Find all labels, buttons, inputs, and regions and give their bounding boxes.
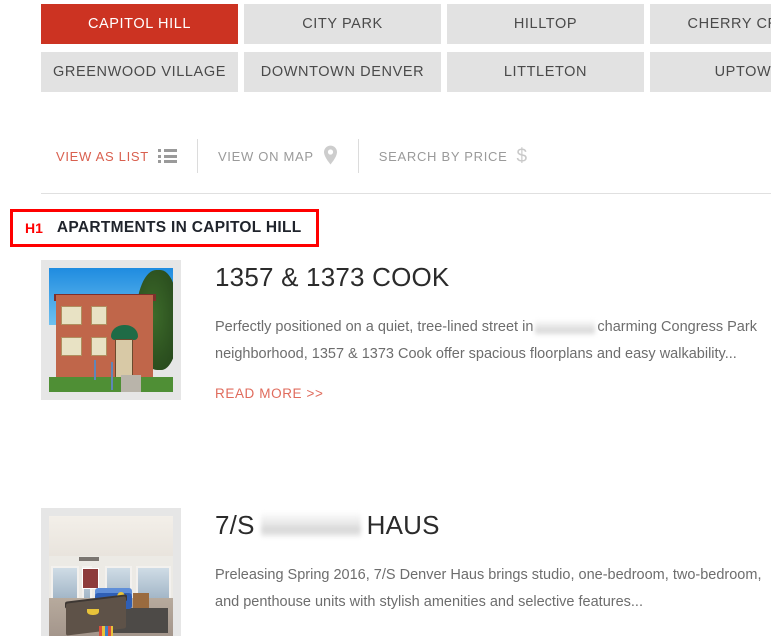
neighborhood-tab-capitol-hill[interactable]: CAPITOL HILL bbox=[41, 4, 238, 44]
view-on-map-button[interactable]: VIEW ON MAP bbox=[198, 138, 358, 174]
page-title: APARTMENTS IN CAPITOL HILL bbox=[56, 219, 302, 236]
view-on-map-label: VIEW ON MAP bbox=[217, 148, 314, 164]
listing-item: 7/S HAUS Preleasing Spring 2016, 7/S Denv… bbox=[41, 508, 771, 636]
h1-tag-label: H1 bbox=[25, 220, 43, 236]
listing-title[interactable]: 1357 & 1373 COOK bbox=[215, 262, 771, 292]
search-by-price-label: SEARCH BY PRICE bbox=[378, 148, 508, 164]
neighborhood-tab-uptown[interactable]: UPTOWN bbox=[650, 52, 771, 92]
listing-title-suffix: HAUS bbox=[366, 510, 440, 540]
neighborhood-tab-cherry-creek[interactable]: CHERRY CREEK bbox=[650, 4, 771, 44]
view-as-list-button[interactable]: VIEW AS LIST bbox=[41, 138, 197, 174]
listing-title[interactable]: 7/S HAUS bbox=[215, 510, 771, 540]
read-more-link[interactable]: READ MORE >> bbox=[215, 386, 323, 401]
listing-thumbnail-frame[interactable] bbox=[41, 260, 181, 400]
dollar-icon: $ bbox=[516, 145, 528, 167]
map-pin-icon bbox=[323, 145, 338, 168]
listing-thumbnail-frame[interactable] bbox=[41, 508, 181, 636]
neighborhood-tabs: CAPITOL HILL CITY PARK HILLTOP CHERRY CR… bbox=[41, 4, 771, 100]
view-mode-bar: VIEW AS LIST VIEW ON MAP SEARCH BY PRICE… bbox=[41, 138, 548, 174]
search-by-price-button[interactable]: SEARCH BY PRICE $ bbox=[359, 138, 548, 174]
listing-title-text: 1357 & 1373 COOK bbox=[215, 262, 450, 292]
list-icon bbox=[157, 149, 177, 163]
neighborhood-tab-city-park[interactable]: CITY PARK bbox=[244, 4, 441, 44]
page-root: CAPITOL HILL CITY PARK HILLTOP CHERRY CR… bbox=[0, 0, 771, 636]
neighborhood-tab-downtown-denver[interactable]: DOWNTOWN DENVER bbox=[244, 52, 441, 92]
section-divider bbox=[41, 193, 771, 194]
listing-title-prefix: 7/S bbox=[215, 510, 255, 540]
redacted-title-block bbox=[260, 513, 361, 537]
listing-description: Preleasing Spring 2016, 7/S Denver Haus … bbox=[215, 562, 771, 616]
neighborhood-tab-row-1: CAPITOL HILL CITY PARK HILLTOP CHERRY CR… bbox=[41, 4, 771, 44]
listing-item: 1357 & 1373 COOK Perfectly positioned on… bbox=[41, 260, 771, 403]
neighborhood-tab-littleton[interactable]: LITTLETON bbox=[447, 52, 644, 92]
view-as-list-label: VIEW AS LIST bbox=[56, 148, 149, 164]
redacted-text-block bbox=[535, 319, 596, 335]
apartment-interior-image bbox=[49, 516, 173, 636]
apartment-exterior-image bbox=[49, 268, 173, 392]
neighborhood-tab-hilltop[interactable]: HILLTOP bbox=[447, 4, 644, 44]
listing-description-text: Preleasing Spring 2016, 7/S Denver Haus … bbox=[215, 567, 762, 610]
neighborhood-tab-greenwood-village[interactable]: GREENWOOD VILLAGE bbox=[41, 52, 238, 92]
listing-body: 7/S HAUS Preleasing Spring 2016, 7/S Denv… bbox=[215, 508, 771, 636]
listing-description: Perfectly positioned on a quiet, tree-li… bbox=[215, 314, 771, 368]
neighborhood-tab-row-2: GREENWOOD VILLAGE DOWNTOWN DENVER LITTLE… bbox=[41, 52, 771, 92]
listing-body: 1357 & 1373 COOK Perfectly positioned on… bbox=[215, 260, 771, 403]
h1-annotation-box: H1 APARTMENTS IN CAPITOL HILL bbox=[10, 209, 319, 247]
listing-description-before: Perfectly positioned on a quiet, tree-li… bbox=[215, 319, 534, 335]
